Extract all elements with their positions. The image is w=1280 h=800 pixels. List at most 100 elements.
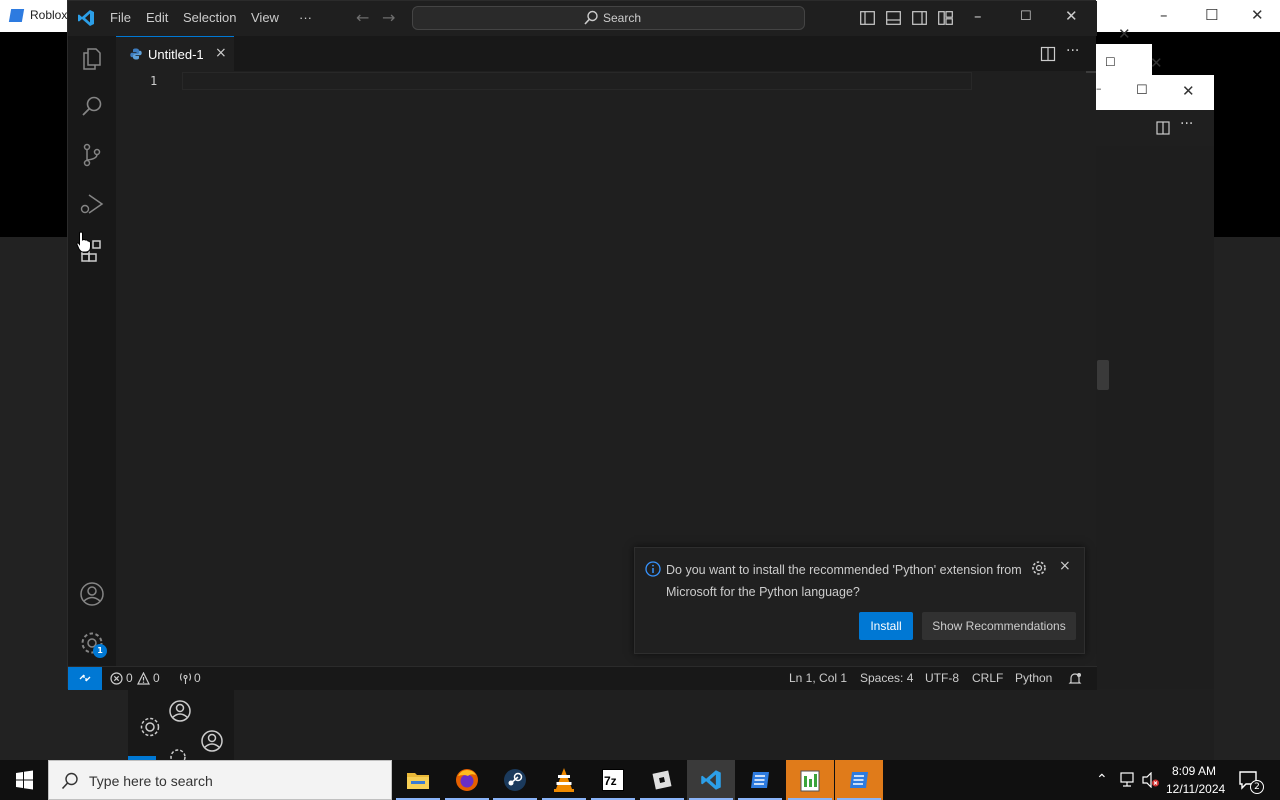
roblox-close-button[interactable]: ✕ (1251, 6, 1264, 24)
clock-time[interactable]: 8:09 AM (1172, 764, 1216, 778)
taskbar-search-box[interactable]: Type here to search (48, 760, 392, 800)
network-icon[interactable] (1118, 772, 1136, 788)
hand-cursor-icon (76, 231, 91, 253)
notification-settings-gear-icon[interactable] (1031, 560, 1047, 576)
python-file-icon (130, 48, 142, 60)
steam-taskbar-icon[interactable] (491, 760, 539, 800)
notepad-plus-taskbar-icon[interactable] (786, 760, 834, 800)
manage-badge: 1 (93, 644, 107, 658)
split-editor-icon[interactable] (1040, 46, 1056, 62)
show-recommendations-button[interactable]: Show Recommendations (922, 612, 1076, 640)
roblox-minimize-button[interactable]: – (1160, 6, 1168, 24)
minimize-button[interactable]: – (974, 7, 982, 25)
maximize-button[interactable]: ☐ (1020, 9, 1032, 24)
vlc-taskbar-icon[interactable] (540, 760, 588, 800)
search-view-icon[interactable] (79, 94, 105, 120)
warning-count[interactable]: 0 (153, 671, 160, 685)
bgwin2-maximize-button[interactable]: ☐ (1136, 83, 1148, 98)
close-button[interactable]: ✕ (1065, 7, 1078, 25)
notification-message: Do you want to install the recommended '… (666, 563, 1022, 599)
bgwin-close-button[interactable]: ✕ (1118, 25, 1131, 43)
7zip-taskbar-icon[interactable]: 7z (589, 760, 637, 800)
language-mode[interactable]: Python (1015, 671, 1052, 685)
taskbar-search-icon (61, 772, 78, 790)
bgwin-maximize-button[interactable]: ☐ (1105, 55, 1116, 69)
background-vscode-editor (1096, 146, 1214, 760)
notification-close-icon[interactable]: × (1059, 558, 1071, 574)
vscode-taskbar-icon[interactable] (687, 760, 735, 800)
cursor-position[interactable]: Ln 1, Col 1 (789, 671, 847, 685)
bgwin2-close-button[interactable]: ✕ (1182, 82, 1195, 100)
customize-layout-icon[interactable] (938, 11, 953, 25)
toggle-primary-sidebar-icon[interactable] (860, 11, 875, 25)
more-actions-icon[interactable]: ··· (1066, 43, 1079, 59)
toggle-secondary-sidebar-icon[interactable] (912, 11, 927, 25)
menu-file[interactable]: File (110, 10, 131, 25)
more-actions-icon[interactable]: ··· (1180, 116, 1193, 132)
clock-date[interactable]: 12/11/2024 (1166, 782, 1225, 796)
tab-close-icon[interactable]: × (215, 45, 227, 61)
roblox-logo-icon (8, 9, 25, 22)
activity-bar: 1 (68, 36, 116, 666)
roblox-taskbar-icon[interactable] (736, 760, 784, 800)
volume-muted-icon[interactable] (1142, 772, 1160, 788)
show-hidden-icons-chevron-icon[interactable]: ⌃ (1096, 771, 1108, 788)
status-bar: 0 0 0 Ln 1, Col 1 Spaces: 4 UTF-8 CRLF P… (68, 666, 1097, 690)
split-editor-icon[interactable] (1156, 121, 1170, 135)
background-activitybar (128, 689, 234, 761)
error-icon (110, 672, 123, 685)
roblox-maximize-button[interactable]: ☐ (1205, 6, 1218, 24)
menu-edit[interactable]: Edit (146, 10, 168, 25)
gear-icon-2[interactable] (168, 747, 188, 761)
roblox-studio-taskbar-icon[interactable] (638, 760, 686, 800)
background-scrollbar[interactable] (1097, 360, 1109, 390)
minimap[interactable] (1086, 71, 1096, 73)
tab-untitled-1[interactable]: Untitled-1 × (116, 36, 234, 71)
end-of-line[interactable]: CRLF (972, 671, 1003, 685)
windows-start-icon[interactable] (0, 760, 48, 800)
warning-icon (137, 672, 150, 685)
account-icon[interactable] (168, 699, 192, 723)
windows-taskbar: Type here to search 7z ⌃ 8:09 AM 12/11/2… (0, 760, 1280, 800)
tab-bar: Untitled-1 × ··· (116, 36, 1096, 71)
account-icon-2[interactable] (200, 729, 224, 753)
menu-selection[interactable]: Selection (183, 10, 236, 25)
install-button[interactable]: Install (859, 612, 913, 640)
error-count[interactable]: 0 (126, 671, 133, 685)
tab-label: Untitled-1 (148, 47, 204, 62)
vscode-logo-icon (78, 10, 94, 26)
background-editor-strip (234, 689, 1214, 760)
run-and-debug-icon[interactable] (79, 191, 105, 217)
background-vscode-titlebar: – ☐ ✕ (1096, 75, 1214, 110)
remote-indicator[interactable] (68, 667, 102, 690)
source-control-icon[interactable] (79, 142, 105, 168)
toggle-panel-icon[interactable] (886, 11, 901, 25)
encoding[interactable]: UTF-8 (925, 671, 959, 685)
titlebar: File Edit Selection View ··· ← → Search … (68, 1, 1097, 36)
back-arrow-icon[interactable]: ← (356, 8, 369, 27)
vscode-window: File Edit Selection View ··· ← → Search … (67, 0, 1097, 690)
search-label: Search (603, 11, 642, 25)
info-icon (645, 561, 661, 577)
menu-view[interactable]: View (251, 10, 279, 25)
gear-icon[interactable] (138, 715, 162, 739)
line-number: 1 (150, 74, 158, 88)
search-icon (584, 10, 598, 25)
current-line-highlight[interactable] (182, 72, 972, 90)
roblox-title: Roblox (30, 8, 68, 22)
file-explorer-taskbar-icon[interactable] (394, 760, 442, 800)
accounts-icon[interactable] (79, 581, 105, 607)
command-center-search[interactable]: Search (412, 6, 805, 30)
explorer-icon[interactable] (79, 46, 105, 72)
remote-icon (79, 674, 91, 682)
svg-text:7z: 7z (604, 774, 617, 788)
menu-more[interactable]: ··· (299, 10, 312, 25)
firefox-taskbar-icon[interactable] (443, 760, 491, 800)
forward-arrow-icon[interactable]: → (382, 8, 395, 27)
roblox-player-taskbar-icon[interactable] (835, 760, 883, 800)
bgwin-close-button-2[interactable]: ✕ (1150, 54, 1163, 72)
bgwin2-minimize-button[interactable]: – (1096, 82, 1102, 95)
notifications-bell-icon[interactable] (1068, 672, 1082, 686)
ports-count[interactable]: 0 (194, 671, 201, 685)
indentation[interactable]: Spaces: 4 (860, 671, 913, 685)
